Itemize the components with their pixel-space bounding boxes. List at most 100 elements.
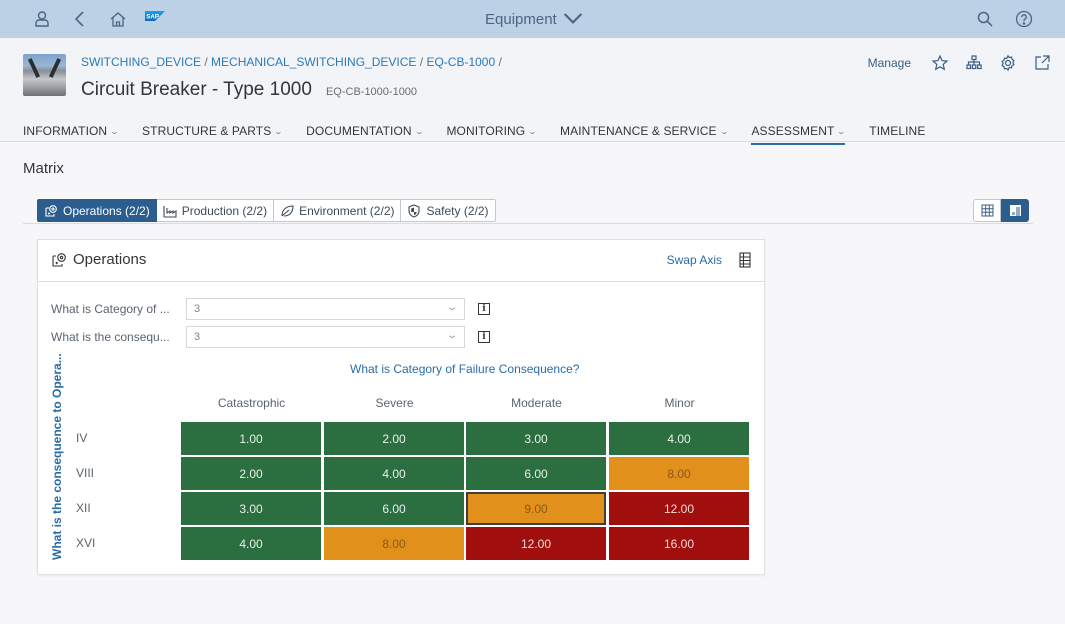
matrix-cell[interactable]: 4.00 bbox=[324, 457, 464, 490]
matrix-cell[interactable]: 2.00 bbox=[324, 422, 464, 455]
segment-safety[interactable]: Safety (2/2) bbox=[401, 199, 496, 222]
hierarchy-icon[interactable] bbox=[965, 54, 983, 72]
filter-label: What is the consequ... bbox=[51, 330, 170, 344]
info-icon[interactable]: i bbox=[478, 331, 490, 343]
nav-tab-label: DOCUMENTATION bbox=[306, 124, 412, 138]
shell-title-menu[interactable]: Equipment bbox=[485, 9, 583, 29]
breadcrumb: SWITCHING_DEVICE / MECHANICAL_SWITCHING_… bbox=[81, 55, 502, 69]
breadcrumb-link[interactable]: MECHANICAL_SWITCHING_DEVICE bbox=[211, 55, 416, 69]
matrix-cell[interactable]: 16.00 bbox=[609, 527, 749, 560]
filter-label: What is Category of ... bbox=[51, 302, 170, 316]
operations-icon bbox=[45, 204, 57, 217]
matrix-cell[interactable]: 1.00 bbox=[181, 422, 321, 455]
segment-label: Operations (2/2) bbox=[63, 203, 150, 218]
page-title: Circuit Breaker - Type 1000 bbox=[81, 79, 312, 100]
matrix-x-axis-title: What is Category of Failure Consequence? bbox=[350, 362, 580, 376]
nav-tab-assessment[interactable]: ASSESSMENT ⌄ bbox=[751, 120, 847, 145]
breadcrumb-separator: / bbox=[498, 55, 502, 69]
nav-tab-structure-parts[interactable]: STRUCTURE & PARTS ⌄ bbox=[142, 120, 284, 142]
grid-icon bbox=[981, 204, 993, 217]
chevron-down-icon: ⌄ bbox=[445, 302, 459, 313]
matrix-cell[interactable]: 4.00 bbox=[609, 422, 749, 455]
chevron-down-icon: ⌄ bbox=[719, 126, 729, 136]
manage-button[interactable]: Manage bbox=[868, 56, 911, 70]
home-icon[interactable] bbox=[108, 9, 128, 29]
segment-label: Safety (2/2) bbox=[426, 203, 489, 218]
nav-tab-label: MONITORING bbox=[446, 124, 526, 138]
breadcrumb-separator: / bbox=[204, 55, 208, 69]
breadcrumb-link[interactable]: EQ-CB-1000 bbox=[426, 55, 495, 69]
shell-title: Equipment bbox=[485, 10, 557, 28]
help-icon[interactable] bbox=[1014, 9, 1034, 29]
nav-tab-maintenance-service[interactable]: MAINTENANCE & SERVICE ⌄ bbox=[560, 120, 729, 142]
chevron-down-icon bbox=[563, 13, 582, 24]
nav-tab-label: INFORMATION bbox=[23, 124, 108, 138]
card-title-text: Operations bbox=[73, 251, 147, 268]
matrix-cell[interactable]: 6.00 bbox=[324, 492, 464, 525]
chevron-down-icon: ⌄ bbox=[273, 126, 284, 136]
nav-tab-monitoring[interactable]: MONITORING ⌄ bbox=[446, 120, 538, 142]
category-segmented-button: Operations (2/2) Production (2/2) Enviro… bbox=[37, 199, 496, 222]
nav-tab-documentation[interactable]: DOCUMENTATION ⌄ bbox=[306, 120, 424, 142]
failure-category-select[interactable]: 3 ⌄ bbox=[186, 298, 465, 320]
sap-logo-text: SAP bbox=[146, 14, 159, 21]
column-settings-icon[interactable] bbox=[738, 252, 752, 268]
nav-tab-label: STRUCTURE & PARTS bbox=[142, 124, 272, 138]
chevron-down-icon: ⌄ bbox=[445, 330, 459, 341]
segment-label: Production (2/2) bbox=[181, 203, 268, 218]
share-icon[interactable] bbox=[1033, 54, 1051, 72]
breadcrumb-link[interactable]: SWITCHING_DEVICE bbox=[81, 55, 201, 69]
segment-production[interactable]: Production (2/2) bbox=[156, 199, 275, 222]
star-icon[interactable] bbox=[931, 54, 949, 72]
matrix-cell[interactable]: 12.00 bbox=[466, 527, 606, 560]
chevron-down-icon: ⌄ bbox=[527, 126, 538, 136]
nav-tab-information[interactable]: INFORMATION ⌄ bbox=[23, 120, 120, 142]
user-icon[interactable] bbox=[32, 9, 52, 29]
nav-tab-label: MAINTENANCE & SERVICE bbox=[560, 124, 717, 138]
object-header: SWITCHING_DEVICE / MECHANICAL_SWITCHING_… bbox=[0, 38, 1065, 145]
matrix-cell[interactable]: 3.00 bbox=[181, 492, 321, 525]
matrix-cell[interactable]: 4.00 bbox=[181, 527, 321, 560]
info-icon[interactable]: i bbox=[478, 303, 490, 315]
chevron-down-icon: ⌄ bbox=[109, 126, 120, 136]
sap-logo[interactable]: SAP bbox=[145, 6, 165, 26]
chevron-down-icon: ⌄ bbox=[414, 126, 424, 136]
operations-icon bbox=[52, 252, 66, 267]
matrix-column-header: Severe bbox=[375, 396, 414, 410]
select-value: 3 bbox=[194, 303, 201, 315]
matrix-cell[interactable]: 8.00 bbox=[609, 457, 749, 490]
select-value: 3 bbox=[194, 331, 201, 343]
nav-tab-label: ASSESSMENT bbox=[751, 124, 835, 138]
nav-tab-timeline[interactable]: TIMELINE bbox=[869, 120, 925, 142]
matrix-cell[interactable]: 6.00 bbox=[466, 457, 606, 490]
environment-icon bbox=[281, 204, 294, 217]
header-actions: Manage bbox=[868, 54, 1051, 72]
matrix-row-header: IV bbox=[76, 431, 88, 445]
matrix-cell[interactable]: 8.00 bbox=[324, 527, 464, 560]
section-title: Matrix bbox=[23, 160, 64, 177]
search-icon[interactable] bbox=[975, 9, 995, 29]
segment-environment[interactable]: Environment (2/2) bbox=[274, 199, 402, 222]
anchor-nav: INFORMATION ⌄ STRUCTURE & PARTS ⌄ DOCUMENT… bbox=[23, 120, 949, 145]
consequence-select[interactable]: 3 ⌄ bbox=[186, 326, 465, 348]
matrix-cell[interactable]: 2.00 bbox=[181, 457, 321, 490]
shell-bar: SAP Equipment bbox=[0, 0, 1065, 38]
nav-tab-label: TIMELINE bbox=[869, 124, 926, 138]
segment-operations[interactable]: Operations (2/2) bbox=[37, 199, 157, 222]
matrix-cell[interactable]: 9.00 bbox=[466, 492, 606, 525]
matrix-cell[interactable]: 3.00 bbox=[466, 422, 606, 455]
production-icon bbox=[163, 205, 177, 218]
filter-row: What is the consequ... 3 ⌄ i bbox=[51, 326, 490, 348]
swap-axis-button[interactable]: Swap Axis bbox=[667, 253, 722, 267]
table-view-button[interactable] bbox=[973, 199, 1001, 222]
back-icon[interactable] bbox=[70, 9, 90, 29]
operations-matrix-card: Operations Swap Axis What is Category of… bbox=[37, 239, 765, 575]
matrix-column-header: Moderate bbox=[511, 396, 562, 410]
matrix-view-button[interactable] bbox=[1001, 199, 1029, 222]
view-toggle bbox=[973, 199, 1029, 222]
settings-gear-icon[interactable] bbox=[999, 54, 1017, 72]
segment-label: Environment (2/2) bbox=[299, 203, 395, 218]
object-id: EQ-CB-1000-1000 bbox=[325, 86, 418, 98]
matrix-cell[interactable]: 12.00 bbox=[609, 492, 749, 525]
object-title: Circuit Breaker - Type 1000 EQ-CB-1000-1… bbox=[81, 79, 417, 101]
